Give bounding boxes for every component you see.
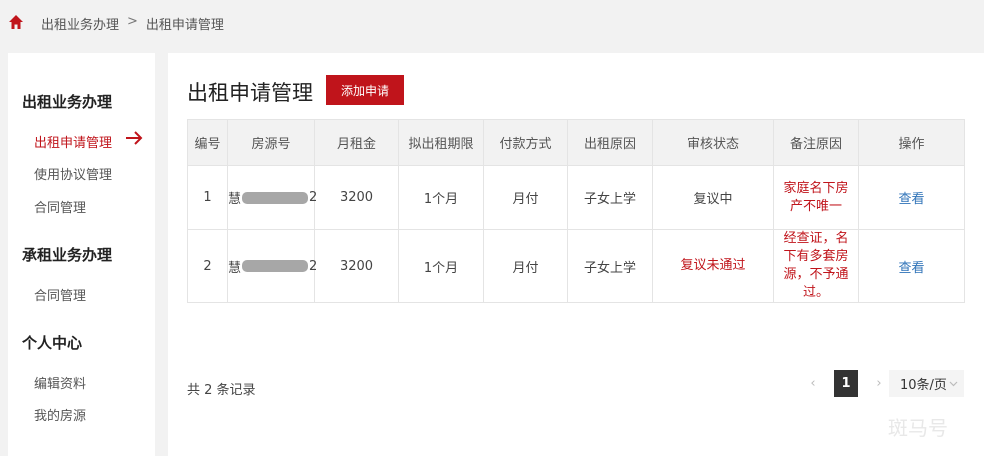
view-link[interactable]: 查看 xyxy=(858,165,965,230)
cell-term: 1个月 xyxy=(398,165,484,230)
sidebar-item-usage-agreement[interactable]: 使用协议管理 xyxy=(34,164,112,183)
cell-status: 复议中 xyxy=(652,165,774,230)
breadcrumb-separator: > xyxy=(127,14,138,29)
cell-payment: 月付 xyxy=(483,165,568,230)
sidebar: 出租业务办理 出租申请管理 使用协议管理 合同管理 承租业务办理 合同管理 个人… xyxy=(8,53,155,456)
cell-reason: 子女上学 xyxy=(567,165,653,230)
sidebar-item-contract[interactable]: 合同管理 xyxy=(34,197,86,216)
cell-rent: 3200 xyxy=(314,165,399,230)
house-no-prefix: 慧 xyxy=(228,260,242,276)
header-status: 审核状态 xyxy=(652,119,774,166)
header-reason: 出租原因 xyxy=(567,119,653,166)
arrow-right-icon xyxy=(126,131,143,145)
pagination-prev-button[interactable]: ‹ xyxy=(802,370,824,397)
sidebar-item-edit-profile[interactable]: 编辑资料 xyxy=(34,373,86,392)
chevron-down-icon xyxy=(949,381,958,386)
header-term: 拟出租期限 xyxy=(398,119,484,166)
house-no-suffix: 2 xyxy=(309,190,318,205)
cell-payment: 月付 xyxy=(483,229,568,303)
header-payment: 付款方式 xyxy=(483,119,568,166)
header-remark: 备注原因 xyxy=(773,119,859,166)
cell-remark: 经查证，名下有多套房源，不予通过。 xyxy=(773,229,859,303)
header-rent: 月租金 xyxy=(314,119,399,166)
page-size-label: 10条/页 xyxy=(900,378,947,393)
cell-term: 1个月 xyxy=(398,229,484,303)
house-no-suffix: 2 xyxy=(309,258,318,274)
breadcrumb-item-rental-business[interactable]: 出租业务办理 xyxy=(41,14,119,33)
cell-reason: 子女上学 xyxy=(567,229,653,303)
sidebar-item-my-houses[interactable]: 我的房源 xyxy=(34,405,86,424)
sidebar-group-personal-center: 个人中心 xyxy=(22,334,83,352)
cell-id: 1 xyxy=(187,165,228,230)
header-house-no: 房源号 xyxy=(227,119,315,166)
application-table: 编号 房源号 月租金 拟出租期限 付款方式 出租原因 审核状态 备注原因 操作 … xyxy=(187,119,965,303)
header-action: 操作 xyxy=(858,119,965,166)
cell-remark: 家庭名下房产不唯一 xyxy=(773,165,859,230)
sidebar-group-rental-business: 出租业务办理 xyxy=(22,93,113,111)
pagination-next-button[interactable]: › xyxy=(868,370,890,397)
breadcrumb: 出租业务办理 > 出租申请管理 xyxy=(41,14,224,33)
page-title: 出租申请管理 xyxy=(187,81,313,105)
redacted-block xyxy=(242,191,309,204)
add-application-button[interactable]: 添加申请 xyxy=(326,75,404,105)
top-bar: 出租业务办理 > 出租申请管理 xyxy=(0,0,984,44)
cell-house-no: 慧2 xyxy=(227,229,318,303)
table-header-row: 编号 房源号 月租金 拟出租期限 付款方式 出租原因 审核状态 备注原因 操作 xyxy=(187,119,965,166)
cell-id: 2 xyxy=(187,229,228,303)
table-row: 2 慧2 3200 1个月 月付 子女上学 复议未通过 经查证，名下有多套房源，… xyxy=(187,229,965,303)
header-id: 编号 xyxy=(187,119,228,166)
table-row: 1 慧2 3200 1个月 月付 子女上学 复议中 家庭名下房产不唯一 查看 xyxy=(187,165,965,230)
total-records: 共 2 条记录 xyxy=(187,383,256,398)
house-no-prefix: 慧 xyxy=(228,192,242,207)
cell-house-no: 慧2 xyxy=(227,165,318,230)
home-icon[interactable] xyxy=(8,14,24,30)
page-size-select[interactable]: 10条/页 xyxy=(889,370,964,397)
sidebar-item-rental-application[interactable]: 出租申请管理 xyxy=(34,132,112,151)
pagination-current-page[interactable]: 1 xyxy=(834,370,858,397)
main-panel: 出租申请管理 添加申请 编号 房源号 月租金 拟出租期限 付款方式 出租原因 审… xyxy=(168,53,984,456)
breadcrumb-item-current: 出租申请管理 xyxy=(145,18,224,33)
cell-rent: 3200 xyxy=(314,229,399,303)
sidebar-group-lease-business: 承租业务办理 xyxy=(22,246,113,264)
redacted-block xyxy=(242,260,309,272)
cell-status: 复议未通过 xyxy=(652,229,774,303)
view-link[interactable]: 查看 xyxy=(858,229,965,303)
watermark-text: 斑马号 xyxy=(888,416,948,440)
sidebar-item-lease-contract[interactable]: 合同管理 xyxy=(34,285,86,304)
